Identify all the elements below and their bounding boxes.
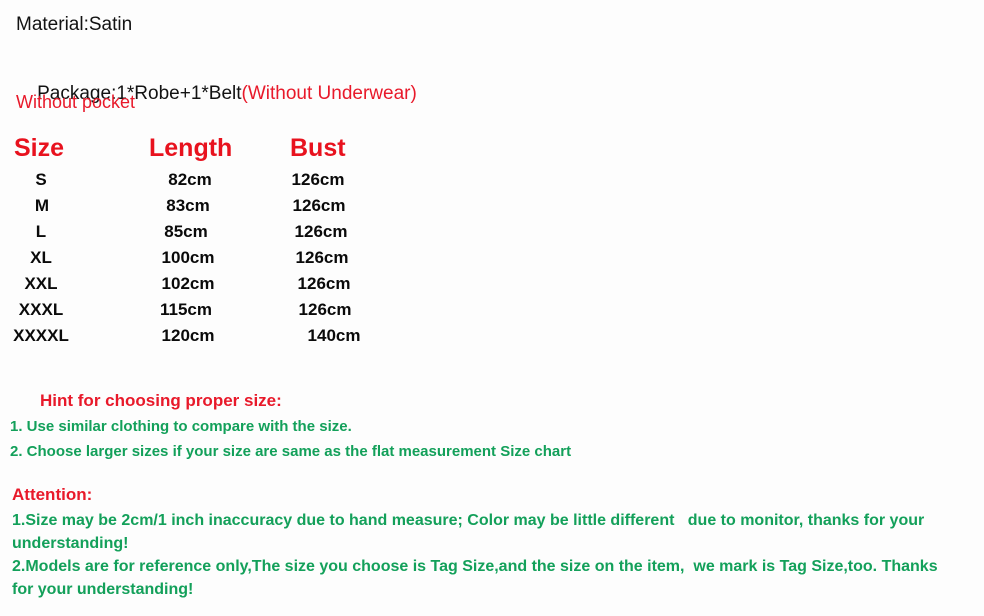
hint-title: Hint for choosing proper size:	[40, 391, 282, 410]
hint-item-2: 2. Choose larger sizes if your size are …	[10, 443, 572, 460]
cell-size: M	[34, 196, 50, 215]
cell-bust: 126cm	[297, 274, 351, 293]
table-row: XXXXL 120cm 140cm	[0, 326, 420, 352]
table-row: XL 100cm 126cm	[0, 248, 420, 274]
cell-bust: 126cm	[294, 222, 348, 241]
cell-length: 83cm	[166, 196, 210, 215]
hint-item-1: 1. Use similar clothing to compare with …	[10, 418, 352, 435]
attention-title: Attention:	[12, 485, 93, 504]
table-row: XXXL 115cm 126cm	[0, 300, 420, 326]
size-chart-table: Size Length Bust S 82cm 126cm M 83cm 126cm L 85…	[0, 134, 420, 352]
table-row: XXL 102cm 126cm	[0, 274, 420, 300]
cell-length: 100cm	[161, 248, 215, 267]
cell-bust: 140cm	[307, 326, 361, 345]
cell-bust: 126cm	[292, 196, 346, 215]
cell-length: 102cm	[161, 274, 215, 293]
cell-size: L	[35, 222, 47, 241]
attention-item-1: 1.Size may be 2cm/1 inch inaccuracy due …	[12, 512, 929, 552]
cell-length: 120cm	[161, 326, 215, 345]
cell-length: 115cm	[160, 300, 212, 319]
cell-size: S	[35, 170, 47, 189]
cell-size: XXXXL	[13, 326, 69, 345]
column-header-size: Size	[14, 134, 65, 162]
cell-size: XL	[30, 248, 52, 267]
cell-size: XXL	[24, 274, 58, 293]
cell-size: XXXL	[18, 300, 64, 319]
cell-length: 85cm	[164, 222, 208, 241]
table-row: M 83cm 126cm	[0, 196, 420, 222]
cell-bust: 126cm	[298, 300, 352, 319]
attention-item-2: 2.Models are for reference only,The size…	[12, 558, 943, 598]
table-header-row: Size Length Bust	[0, 134, 420, 170]
table-row: S 82cm 126cm	[0, 170, 420, 196]
cell-length: 82cm	[168, 170, 212, 189]
table-row: L 85cm 126cm	[0, 222, 420, 248]
package-note-without-underwear: (Without Underwear)	[241, 83, 417, 104]
cell-bust: 126cm	[291, 170, 345, 189]
column-header-length: Length	[149, 134, 233, 162]
size-chart-page: Material:Satin Package:1*Robe+1*Belt(Wit…	[0, 0, 984, 616]
column-header-bust: Bust	[290, 134, 346, 162]
cell-bust: 126cm	[295, 248, 349, 267]
without-pocket-note: Without pocket	[16, 92, 136, 112]
material-line: Material:Satin	[16, 14, 133, 35]
